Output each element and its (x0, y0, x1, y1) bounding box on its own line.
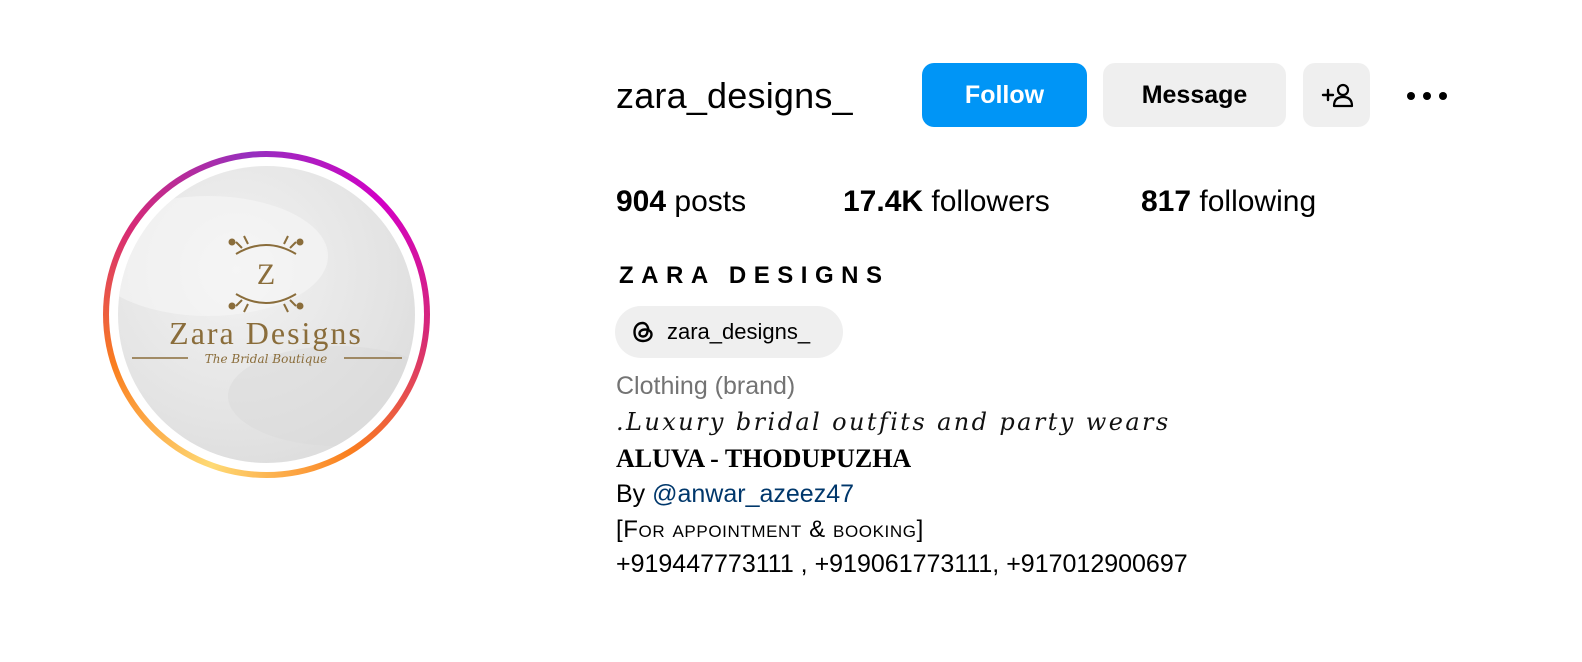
posts-stat: 904 posts (616, 184, 746, 220)
bio-appointment: [For appointment & booking] (616, 516, 924, 543)
avatar[interactable]: Z Zara Designs The Bridal Boutique (118, 166, 415, 463)
posts-label: posts (666, 185, 747, 218)
mention-link[interactable]: @anwar_azeez47 (652, 480, 854, 508)
bio-location: ALUVA - THODUPUZHA (616, 444, 912, 473)
message-button[interactable]: Message (1103, 63, 1286, 127)
byline-prefix: By (616, 480, 653, 508)
bio-byline: By @anwar_azeez47 (616, 478, 854, 510)
followers-label: followers (923, 185, 1050, 218)
followers-count: 17.4K (843, 185, 924, 218)
bio-phone-numbers: +919447773111 , +919061773111, +91701290… (616, 550, 1188, 578)
add-person-icon (1321, 83, 1353, 108)
logo-brand: Zara Designs (169, 315, 363, 351)
followers-stat[interactable]: 17.4K followers (843, 184, 1050, 220)
profile-category: Clothing (brand) (616, 372, 796, 400)
more-options-icon (1407, 92, 1447, 100)
story-ring[interactable]: Z Zara Designs The Bridal Boutique (103, 151, 430, 478)
more-options-button[interactable] (1398, 80, 1456, 112)
logo-monogram: Z (257, 258, 275, 291)
display-name: ZARA DESIGNS (619, 262, 890, 289)
suggested-accounts-button[interactable] (1303, 63, 1370, 127)
following-count: 817 (1141, 185, 1192, 218)
threads-handle: zara_designs_ (667, 319, 811, 344)
profile-page: Z Zara Designs The Bridal Boutique zara_… (0, 0, 1582, 662)
follow-button[interactable]: Follow (922, 63, 1087, 127)
avatar-logo: Z Zara Designs The Bridal Boutique (118, 196, 415, 446)
threads-link[interactable]: zara_designs_ (615, 306, 843, 358)
threads-icon (633, 321, 653, 343)
bio-tagline: .Luxury bridal outfits and party wears (616, 408, 1171, 436)
posts-count: 904 (616, 185, 667, 218)
story-ring-gap: Z Zara Designs The Bridal Boutique (109, 157, 424, 472)
profile-username: zara_designs_ (616, 75, 853, 116)
following-label: following (1191, 185, 1317, 218)
following-stat[interactable]: 817 following (1141, 184, 1316, 220)
logo-tagline: The Bridal Boutique (205, 352, 327, 366)
